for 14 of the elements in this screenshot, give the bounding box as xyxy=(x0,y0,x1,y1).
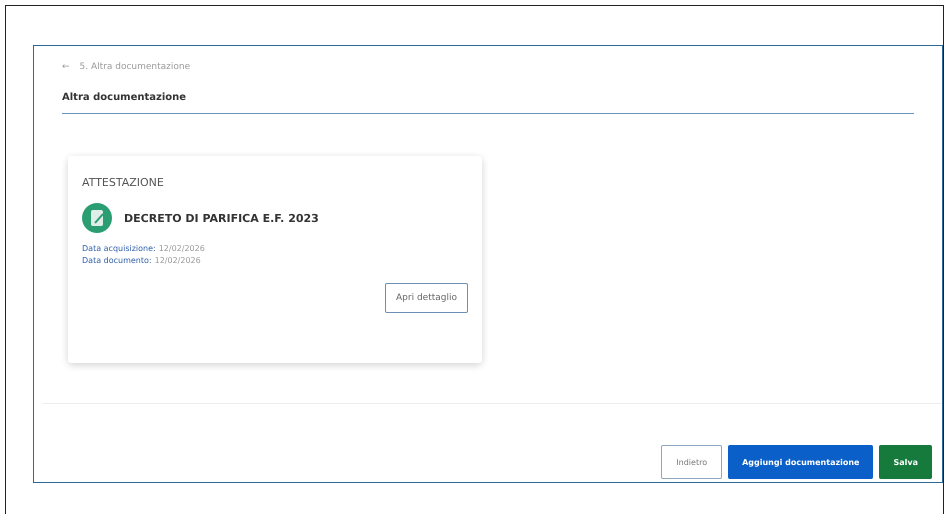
field-value: 12/02/2026 xyxy=(158,243,205,255)
document-title: DECRETO DI PARIFICA E.F. 2023 xyxy=(124,212,319,224)
card-category: ATTESTAZIONE xyxy=(82,176,165,189)
field-label: Data documento: xyxy=(82,255,152,267)
breadcrumb-link[interactable]: 5. Altra documentazione xyxy=(80,62,190,72)
field-label: Data acquisizione: xyxy=(82,243,156,255)
footer-button[interactable]: Indietro xyxy=(661,445,722,479)
back-arrow-icon[interactable]: ← xyxy=(62,62,70,72)
section-title: Altra documentazione xyxy=(62,92,914,114)
footer-button[interactable]: Salva xyxy=(879,445,932,479)
open-detail-button[interactable]: Apri dettaglio xyxy=(385,283,468,313)
field-value: 12/02/2026 xyxy=(154,255,201,267)
document-edit-icon xyxy=(82,203,112,233)
footer-button[interactable]: Aggiungi documentazione xyxy=(728,445,874,479)
